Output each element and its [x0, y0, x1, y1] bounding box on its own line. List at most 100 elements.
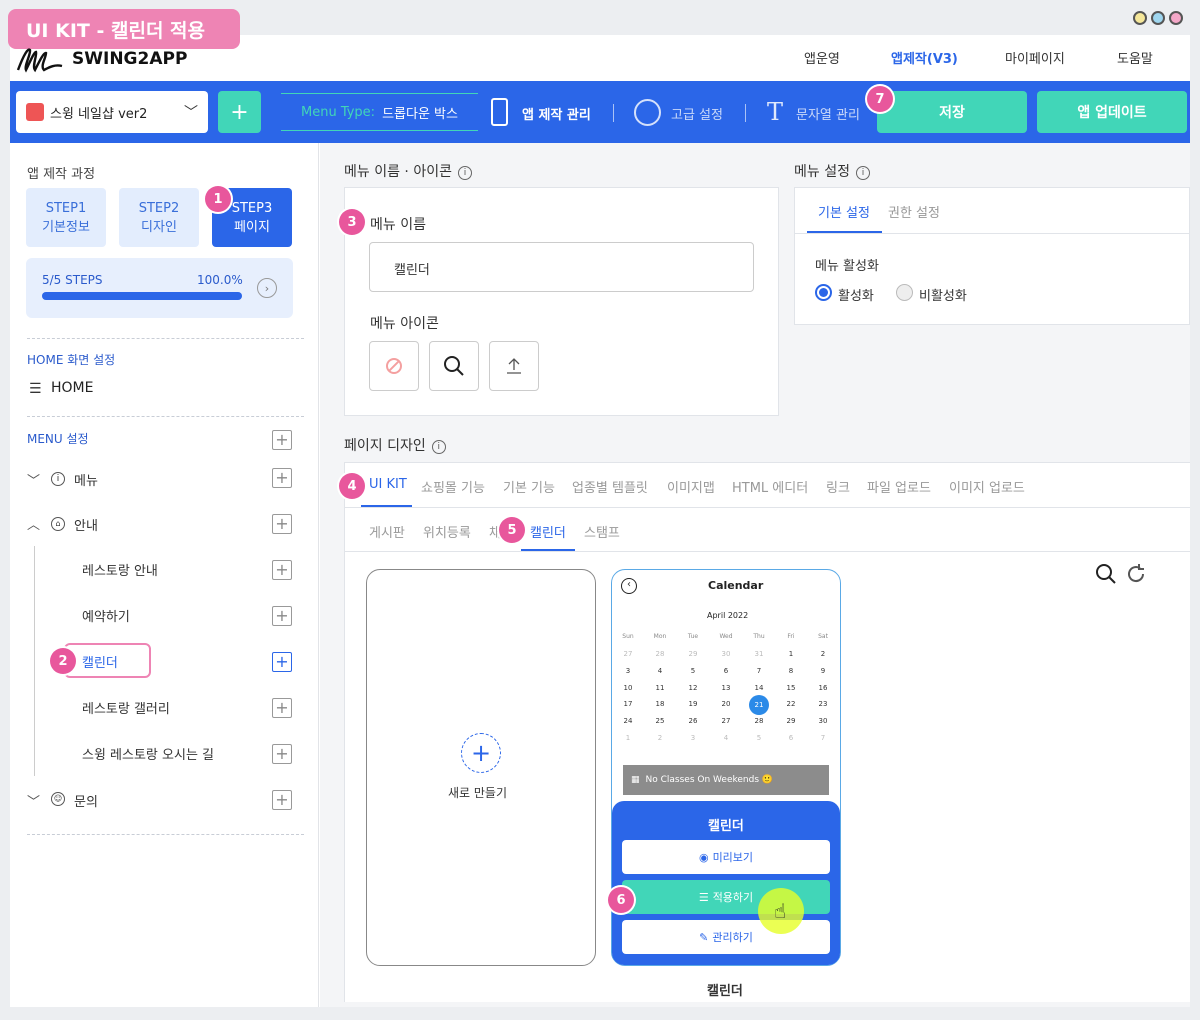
tab-permission-settings[interactable]: 권한 설정 — [888, 202, 940, 221]
calendar-day[interactable]: 19 — [683, 700, 703, 708]
chevron-down-icon[interactable]: ﹀ — [27, 470, 40, 489]
add-button[interactable]: + — [272, 790, 292, 810]
calendar-day[interactable]: 23 — [813, 700, 833, 708]
calendar-day[interactable]: 22 — [781, 700, 801, 708]
topnav-mypage[interactable]: 마이페이지 — [1005, 48, 1065, 67]
calendar-day[interactable]: 20 — [716, 700, 736, 708]
calendar-day[interactable]: 18 — [650, 700, 670, 708]
calendar-day[interactable]: 5 — [749, 734, 769, 742]
add-button[interactable]: + — [272, 606, 292, 626]
calendar-day[interactable]: 6 — [781, 734, 801, 742]
menu-name-input[interactable]: 캘린더 — [369, 242, 754, 292]
brand-logo[interactable]: SWING2APP — [16, 44, 187, 74]
step2-button[interactable]: STEP2 디자인 — [119, 188, 199, 247]
calendar-day[interactable]: 29 — [781, 717, 801, 725]
tab-html-editor[interactable]: HTML 에디터 — [732, 477, 808, 496]
add-menu-button[interactable]: + — [272, 430, 292, 450]
home-item[interactable]: HOME — [51, 380, 93, 396]
add-button[interactable]: + — [272, 744, 292, 764]
calendar-day[interactable]: 24 — [618, 717, 638, 725]
subtab-location[interactable]: 위치등록 — [423, 522, 471, 541]
chevron-up-icon[interactable]: ︿ — [27, 514, 40, 533]
topnav-help[interactable]: 도움말 — [1117, 48, 1153, 67]
calendar-day[interactable]: 13 — [716, 684, 736, 692]
calendar-day[interactable]: 2 — [813, 650, 833, 658]
calendar-day[interactable]: 16 — [813, 684, 833, 692]
add-button[interactable]: + — [272, 514, 292, 534]
calendar-day[interactable]: 7 — [749, 667, 769, 675]
info-icon[interactable]: i — [431, 440, 446, 454]
tab-file-upload[interactable]: 파일 업로드 — [867, 477, 931, 496]
tree-item-restaurant-guide[interactable]: 레스토랑 안내 — [82, 560, 158, 579]
calendar-day[interactable]: 15 — [781, 684, 801, 692]
chevron-down-icon[interactable]: ﹀ — [27, 791, 40, 810]
calendar-day[interactable]: 2 — [650, 734, 670, 742]
calendar-day[interactable]: 6 — [716, 667, 736, 675]
subtab-stamp[interactable]: 스탬프 — [584, 522, 620, 541]
activate-option-label[interactable]: 활성화 — [838, 285, 874, 304]
topnav-operate[interactable]: 앱운영 — [804, 48, 840, 67]
add-button[interactable]: + — [272, 560, 292, 580]
tree-item-menu[interactable]: 메뉴 — [74, 470, 98, 489]
subtab-calendar[interactable]: 캘린더 — [530, 522, 566, 541]
tree-item-directions[interactable]: 스윙 레스토랑 오시는 길 — [82, 744, 214, 763]
calendar-day[interactable]: 29 — [683, 650, 703, 658]
calendar-day[interactable]: 28 — [749, 717, 769, 725]
app-manage-link[interactable]: 앱 제작 관리 — [522, 104, 591, 123]
menu-type-box[interactable]: Menu Type: 드롭다운 박스 — [281, 93, 478, 131]
app-update-button[interactable]: 앱 업데이트 — [1037, 91, 1187, 133]
calendar-day[interactable]: 30 — [716, 650, 736, 658]
calendar-day[interactable]: 1 — [618, 734, 638, 742]
tab-basic-settings[interactable]: 기본 설정 — [818, 202, 870, 221]
activate-radio[interactable] — [815, 284, 832, 301]
tree-item-calendar[interactable]: 캘린더 — [82, 652, 118, 671]
search-icon-button[interactable] — [429, 341, 479, 391]
no-icon-button[interactable] — [369, 341, 419, 391]
calendar-day[interactable]: 3 — [683, 734, 703, 742]
strings-manage-link[interactable]: 문자열 관리 — [796, 104, 860, 123]
calendar-day[interactable]: 14 — [749, 684, 769, 692]
calendar-day[interactable]: 26 — [683, 717, 703, 725]
calendar-day[interactable]: 3 — [618, 667, 638, 675]
calendar-day[interactable]: 8 — [781, 667, 801, 675]
add-button[interactable]: + — [272, 652, 292, 672]
topnav-build[interactable]: 앱제작(V3) — [891, 48, 958, 67]
progress-next-icon[interactable]: › — [257, 278, 277, 298]
deactivate-option-label[interactable]: 비활성화 — [919, 285, 967, 304]
calendar-day[interactable]: 25 — [650, 717, 670, 725]
tree-item-gallery[interactable]: 레스토랑 갤러리 — [82, 698, 170, 717]
tab-image-upload[interactable]: 이미지 업로드 — [949, 477, 1025, 496]
calendar-day[interactable]: 5 — [683, 667, 703, 675]
tree-item-reservation[interactable]: 예약하기 — [82, 606, 130, 625]
upload-icon-button[interactable] — [489, 341, 539, 391]
calendar-day[interactable]: 11 — [650, 684, 670, 692]
tab-basic-function[interactable]: 기본 기능 — [503, 477, 555, 496]
tree-item-contact[interactable]: 문의 — [74, 791, 98, 810]
calendar-day[interactable]: 28 — [650, 650, 670, 658]
calendar-day[interactable]: 31 — [749, 650, 769, 658]
calendar-day[interactable]: 7 — [813, 734, 833, 742]
tab-link[interactable]: 링크 — [826, 477, 850, 496]
calendar-day[interactable]: 1 — [781, 650, 801, 658]
app-select[interactable]: 스윙 네일샵 ver2 ﹀ — [16, 91, 208, 133]
tab-ui-kit[interactable]: UI KIT — [369, 477, 407, 492]
tab-industry-templates[interactable]: 업종별 템플릿 — [572, 477, 648, 496]
add-button[interactable]: + — [272, 698, 292, 718]
calendar-day[interactable]: 27 — [618, 650, 638, 658]
add-button[interactable]: + — [272, 468, 292, 488]
subtab-board[interactable]: 게시판 — [369, 522, 405, 541]
tree-item-guide[interactable]: 안내 — [74, 515, 98, 534]
calendar-day[interactable]: 4 — [650, 667, 670, 675]
advanced-settings-link[interactable]: 고급 설정 — [671, 104, 723, 123]
add-app-button[interactable]: + — [218, 91, 261, 133]
calendar-day[interactable]: 30 — [813, 717, 833, 725]
calendar-day[interactable]: 4 — [716, 734, 736, 742]
calendar-day[interactable]: 9 — [813, 667, 833, 675]
tab-image-map[interactable]: 이미지맵 — [667, 477, 715, 496]
search-icon[interactable] — [1095, 563, 1117, 585]
info-icon[interactable]: i — [457, 166, 472, 180]
info-icon[interactable]: i — [855, 166, 870, 180]
refresh-icon[interactable] — [1125, 563, 1147, 585]
save-button[interactable]: 저장 — [877, 91, 1027, 133]
calendar-day[interactable]: 27 — [716, 717, 736, 725]
